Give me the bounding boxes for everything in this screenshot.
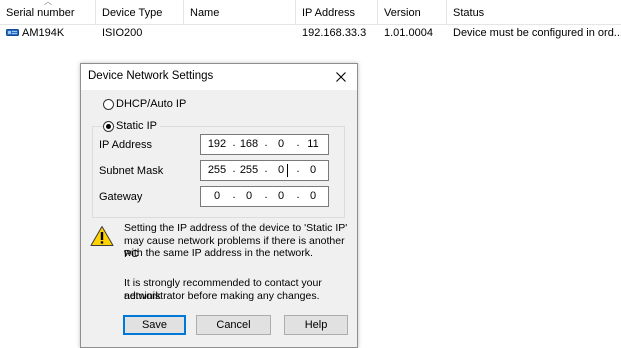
- sort-up-icon: ︿: [44, 0, 52, 6]
- warning-line-1: Setting the IP address of the device to …: [124, 222, 348, 234]
- gateway-field[interactable]: 0 . 0 . 0 . 0: [200, 186, 329, 207]
- cell-ip-address: 192.168.33.3: [302, 27, 367, 39]
- dialog-title: Device Network Settings: [88, 70, 214, 82]
- table-row[interactable]: AM194K ISIO200 192.168.33.3 1.01.0004 De…: [0, 24, 621, 42]
- static-ip-radio[interactable]: [103, 121, 114, 132]
- column-label: IP Address: [302, 7, 355, 19]
- ip-address-field[interactable]: 192 . 168 . 0 . 11: [200, 134, 329, 155]
- mask-octet-2[interactable]: 255: [237, 164, 261, 176]
- mask-octet-4[interactable]: 0: [301, 164, 325, 176]
- dialog-titlebar[interactable]: Device Network Settings: [81, 64, 357, 90]
- close-icon: [336, 72, 346, 82]
- close-button[interactable]: [331, 67, 351, 87]
- column-label: Serial number: [6, 7, 75, 19]
- text-cursor: [287, 164, 288, 177]
- ip-octet-4[interactable]: 11: [301, 138, 325, 150]
- device-icon: [6, 29, 19, 36]
- gateway-label: Gateway: [99, 191, 143, 203]
- warning-line-3: with the same IP address in the network.: [124, 247, 313, 259]
- subnet-mask-label: Subnet Mask: [99, 165, 164, 177]
- cancel-button[interactable]: Cancel: [196, 315, 271, 335]
- column-header-name[interactable]: Name: [184, 0, 296, 24]
- ip-address-label: IP Address: [99, 139, 152, 151]
- cell-device-type: ISIO200: [102, 27, 143, 39]
- save-button[interactable]: Save: [123, 315, 186, 335]
- column-label: Status: [453, 7, 485, 19]
- column-label: Name: [190, 7, 220, 19]
- column-header-status[interactable]: Status: [447, 0, 621, 24]
- dhcp-label[interactable]: DHCP/Auto IP: [116, 98, 186, 110]
- serial-text: AM194K: [22, 27, 65, 39]
- cell-serial: AM194K: [0, 24, 96, 42]
- device-network-settings-dialog: Device Network Settings DHCP/Auto IP Sta…: [80, 63, 358, 348]
- ip-octet-2[interactable]: 168: [237, 138, 261, 150]
- dhcp-radio[interactable]: [103, 99, 114, 110]
- column-label: Device Type: [102, 7, 163, 19]
- gateway-octet-4[interactable]: 0: [301, 190, 325, 202]
- gateway-octet-1[interactable]: 0: [205, 190, 229, 202]
- column-header-serial-number[interactable]: ︿ Serial number: [0, 0, 96, 24]
- cell-name: [184, 24, 296, 42]
- column-header-version[interactable]: Version: [378, 0, 447, 24]
- column-label: Version: [384, 7, 421, 19]
- mask-octet-1[interactable]: 255: [205, 164, 229, 176]
- help-button[interactable]: Help: [284, 315, 348, 335]
- advice-line-2: administrator before making any changes.: [124, 290, 320, 302]
- warning-icon: [90, 226, 114, 246]
- gateway-octet-2[interactable]: 0: [237, 190, 261, 202]
- ip-octet-3[interactable]: 0: [269, 138, 293, 150]
- static-ip-label[interactable]: Static IP: [116, 120, 160, 132]
- device-list-header: ︿ Serial number Device Type Name IP Addr…: [0, 0, 621, 25]
- cell-version: 1.01.0004: [384, 27, 433, 39]
- column-header-ip-address[interactable]: IP Address: [296, 0, 378, 24]
- mask-octet-3[interactable]: 0: [269, 164, 293, 176]
- ip-octet-1[interactable]: 192: [205, 138, 229, 150]
- column-header-device-type[interactable]: Device Type: [96, 0, 184, 24]
- cell-status: Device must be configured in ord...: [453, 27, 621, 39]
- gateway-octet-3[interactable]: 0: [269, 190, 293, 202]
- subnet-mask-field[interactable]: 255 . 255 . 0 . 0: [200, 160, 329, 181]
